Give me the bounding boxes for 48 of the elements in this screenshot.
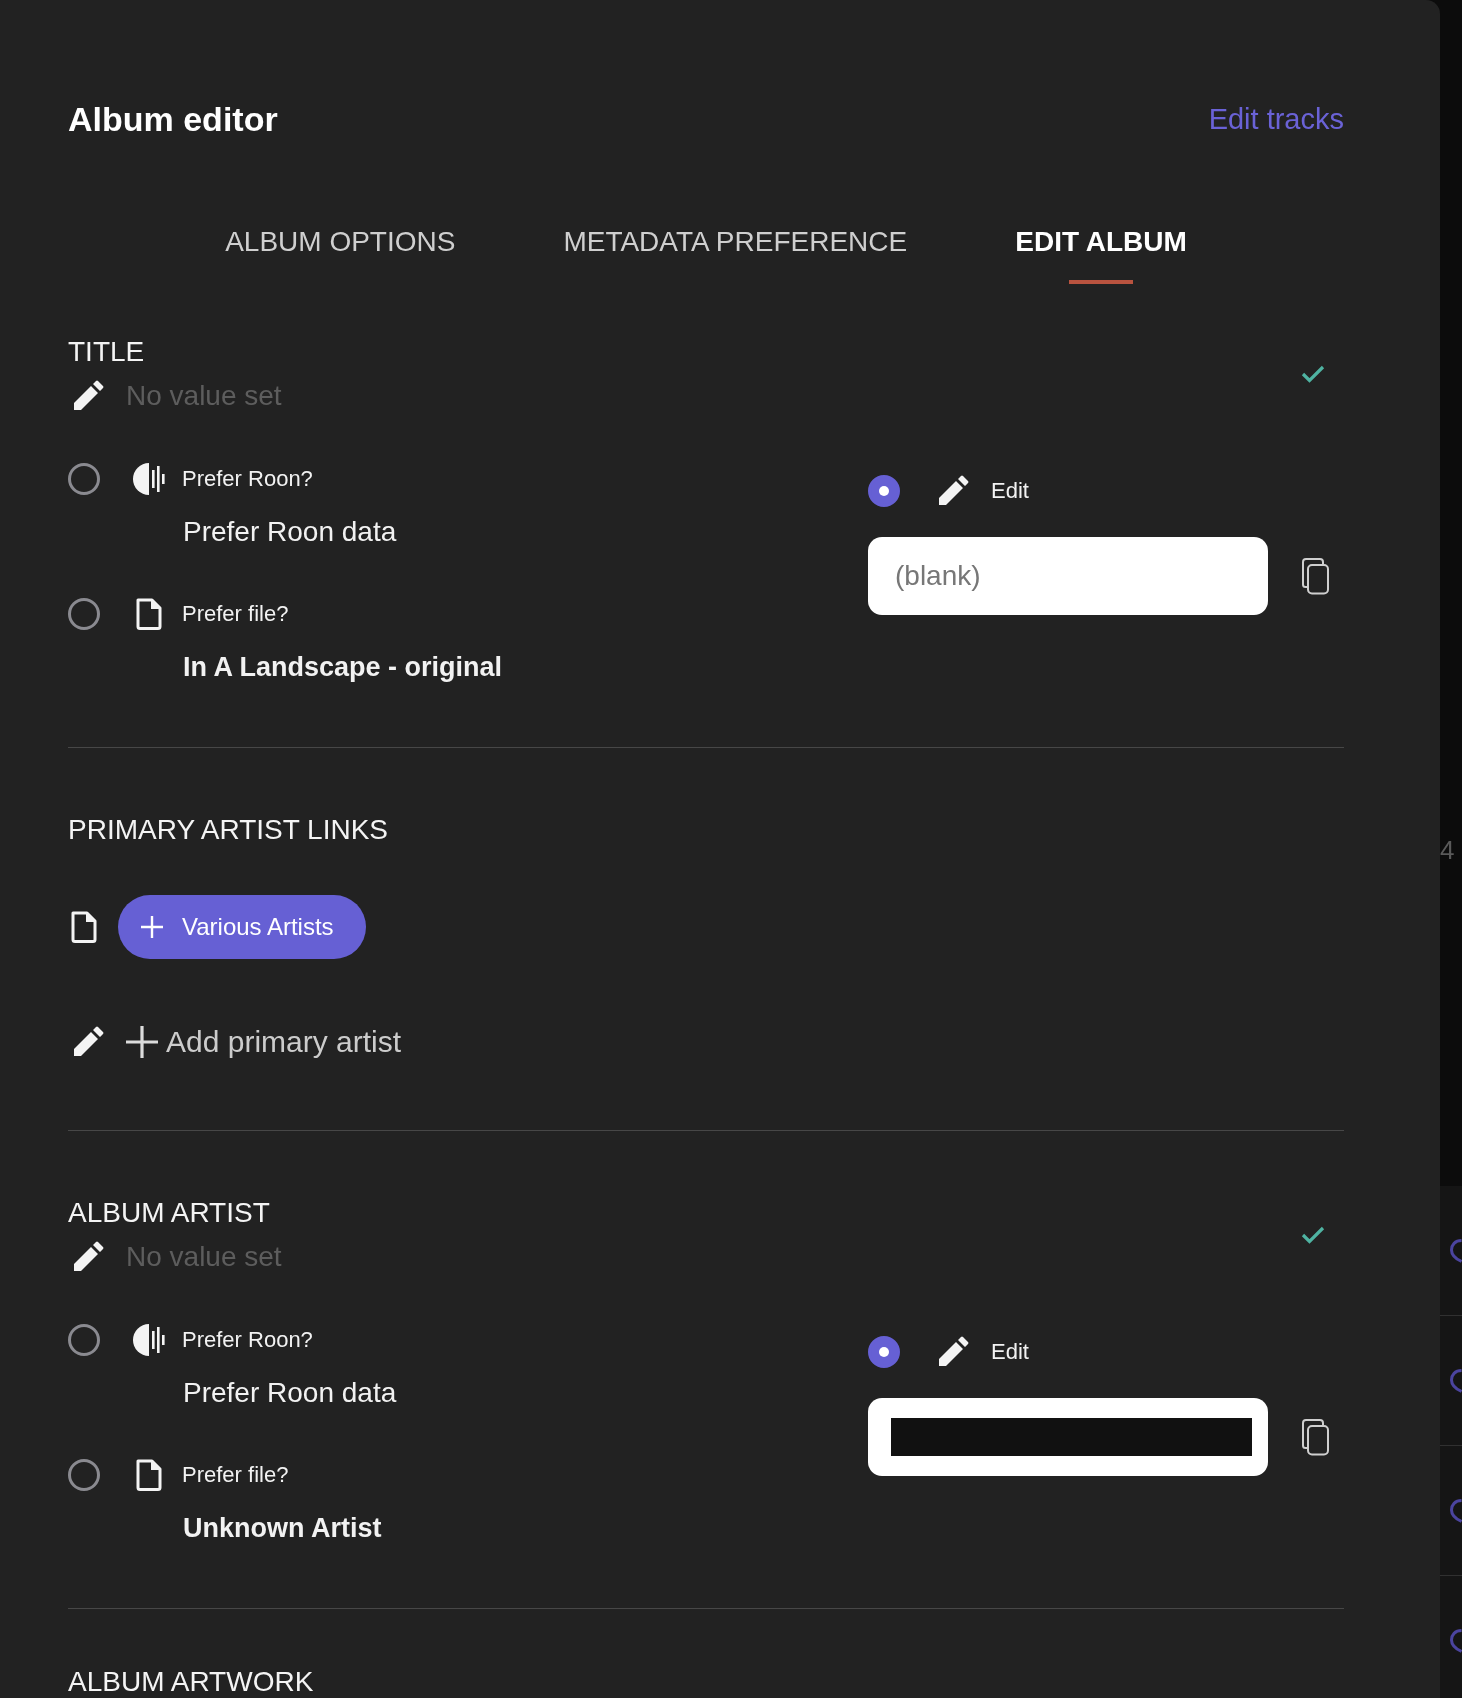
copy-icon[interactable] — [1300, 1418, 1330, 1456]
pencil-icon — [72, 1026, 104, 1058]
radio-button[interactable] — [68, 1459, 100, 1491]
radio-button[interactable] — [68, 598, 100, 630]
arc-icon — [1450, 1238, 1462, 1263]
plus-icon — [141, 916, 163, 938]
option-value: In A Landscape - original — [183, 651, 503, 684]
pencil-icon — [72, 1241, 104, 1273]
pencil-icon — [72, 380, 104, 412]
arc-icon — [1450, 1628, 1462, 1653]
plus-icon — [126, 1026, 158, 1058]
pencil-icon — [937, 475, 969, 507]
backdrop-text: 4 — [1440, 834, 1456, 866]
add-artist-button[interactable]: Add primary artist — [126, 1024, 402, 1060]
option-label: Prefer Roon? — [182, 1326, 313, 1354]
option-value: Unknown Artist — [183, 1512, 382, 1545]
radio-button[interactable] — [68, 463, 100, 495]
arc-icon — [1450, 1368, 1462, 1393]
current-value: No value set — [126, 1241, 282, 1273]
document-icon — [135, 597, 163, 631]
half-disc-icon — [131, 461, 167, 497]
option-label: Prefer Roon? — [182, 465, 313, 493]
section-heading: TITLE — [68, 336, 145, 368]
section-heading: ALBUM ARTWORK — [68, 1669, 314, 1695]
radio-button[interactable] — [868, 475, 900, 507]
half-disc-icon — [131, 1322, 167, 1358]
artist-chip[interactable]: Various Artists — [118, 895, 366, 959]
option-label: Edit — [991, 477, 1029, 505]
option-value: Prefer Roon data — [183, 1376, 397, 1410]
section-heading: PRIMARY ARTIST LINKS — [68, 814, 389, 846]
pencil-icon — [937, 1336, 969, 1368]
option-label: Prefer file? — [182, 600, 289, 628]
radio-button[interactable] — [68, 1324, 100, 1356]
dialog-title: Album editor — [68, 99, 278, 139]
tab[interactable]: EDIT ALBUM — [1015, 226, 1187, 284]
document-icon — [70, 910, 98, 944]
copy-icon[interactable] — [1300, 557, 1330, 595]
tab[interactable]: METADATA PREFERENCE — [563, 226, 908, 284]
current-value: No value set — [126, 380, 282, 412]
arc-icon — [1450, 1498, 1462, 1523]
tab[interactable]: ALBUM OPTIONS — [225, 226, 456, 284]
section-heading: ALBUM ARTIST — [68, 1197, 270, 1229]
option-value: Prefer Roon data — [183, 515, 397, 549]
option-label: Edit — [991, 1338, 1029, 1366]
radio-button[interactable] — [868, 1336, 900, 1368]
document-icon — [135, 1458, 163, 1492]
text-input[interactable]: (blank) — [868, 537, 1268, 615]
option-label: Prefer file? — [182, 1461, 289, 1489]
